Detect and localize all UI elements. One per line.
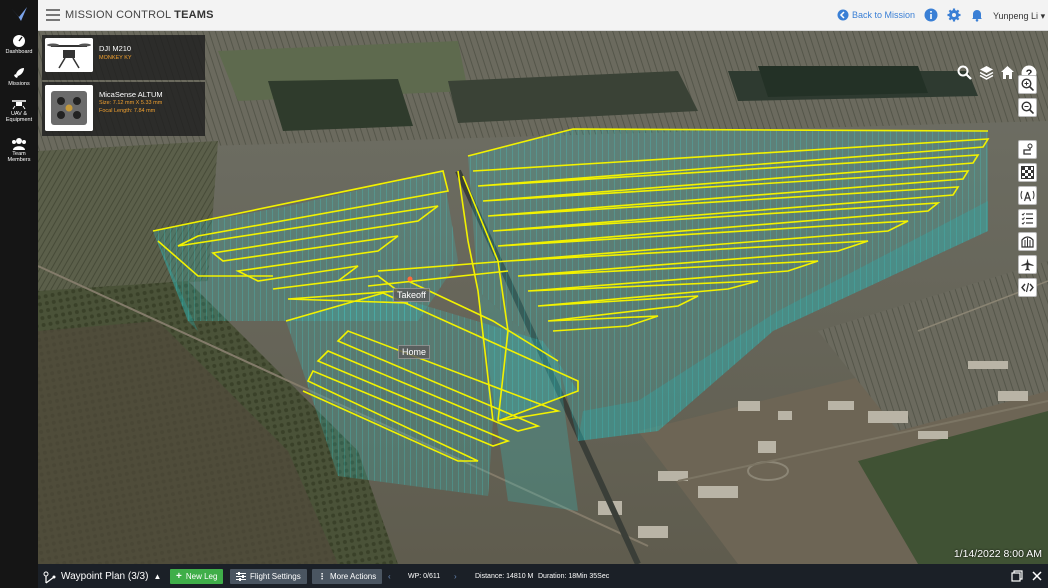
home-label[interactable]: Home [398, 345, 431, 359]
plus-icon: + [176, 571, 182, 582]
new-leg-label: New Leg [185, 572, 218, 581]
left-sidebar: Dashboard Missions UAV & Equipment Team … [0, 0, 38, 588]
drone-thumbnail [45, 38, 93, 72]
back-to-mission-link[interactable]: Back to Mission [837, 9, 915, 21]
route-tool-button[interactable] [1018, 140, 1037, 159]
flight-settings-button[interactable]: Flight Settings [230, 569, 307, 584]
building-icon [1021, 236, 1034, 248]
grid-tool-button[interactable] [1018, 163, 1037, 182]
sidebar-item-team-members[interactable]: Team Members [0, 137, 38, 163]
equipment-card-camera[interactable]: MicaSense ALTUM Size: 7.12 mm X 5.33 mm … [42, 82, 205, 136]
chevron-left-icon: ‹ [388, 572, 391, 581]
user-name: Yunpeng Li [993, 11, 1039, 21]
camera-sensor-size: Size: 7.12 mm X 5.33 mm [99, 100, 163, 106]
info-icon[interactable] [924, 8, 938, 22]
grid-pattern-icon [1021, 166, 1034, 179]
airplane-icon [1021, 258, 1034, 271]
next-waypoint-button[interactable]: › [454, 569, 457, 584]
drone-icon [12, 100, 26, 110]
vertical-ellipsis-icon: ⋮ [318, 572, 326, 581]
waypoint-plan-title: Waypoint Plan (3/3) [61, 571, 149, 582]
map-viewport[interactable]: DJI M210 MONKEY KY MicaSense ALTUM Size:… [38, 31, 1048, 564]
map-timestamp: 1/14/2022 8:00 AM [953, 548, 1042, 560]
back-to-mission-label: Back to Mission [852, 10, 916, 20]
zoom-in-button[interactable] [1018, 75, 1037, 94]
app-title-prefix: MISSION CONTROL [65, 9, 171, 21]
duration-readout: Duration: 18Min 35Sec [538, 573, 610, 580]
chevron-right-icon: › [454, 572, 457, 581]
prev-waypoint-button[interactable]: ‹ [388, 569, 391, 584]
airspace-tool-button[interactable] [1018, 255, 1037, 274]
distance-readout: Distance: 14810 M [475, 573, 534, 580]
sidebar-item-uav-equipment[interactable]: UAV & Equipment [0, 98, 38, 123]
waypoint-plan-selector[interactable]: Waypoint Plan (3/3) ▲ [42, 569, 161, 584]
app-title-bold: TEAMS [174, 9, 214, 21]
antenna-signal-icon [1020, 190, 1035, 202]
code-tool-button[interactable] [1018, 278, 1037, 297]
app-title: MISSION CONTROL TEAMS [65, 9, 214, 21]
drone-name: DJI M210 [99, 44, 132, 53]
checklist-icon [1021, 212, 1033, 225]
home-icon[interactable] [999, 64, 1016, 81]
bell-icon[interactable] [970, 8, 984, 22]
app-logo[interactable] [9, 5, 29, 25]
sidebar-item-missions[interactable]: Missions [0, 66, 38, 87]
search-icon[interactable] [956, 64, 973, 81]
zoom-out-button[interactable] [1018, 98, 1037, 117]
rocket-icon [14, 68, 24, 78]
dashboard-gauge-icon [13, 35, 25, 47]
new-leg-button[interactable]: + New Leg [170, 569, 224, 584]
more-actions-label: More Actions [330, 572, 377, 581]
window-restore-icon[interactable] [1011, 570, 1023, 582]
takeoff-label[interactable]: Takeoff [393, 288, 430, 302]
sidebar-label-team-2: Members [7, 157, 31, 163]
sidebar-item-dashboard[interactable]: Dashboard [0, 34, 38, 55]
chevron-down-icon: ▾ [1040, 11, 1046, 21]
equipment-card-drone[interactable]: DJI M210 MONKEY KY [42, 35, 205, 80]
gear-icon[interactable] [947, 8, 961, 22]
camera-thumbnail [45, 85, 93, 131]
camera-name: MicaSense ALTUM [99, 90, 163, 99]
buildings-tool-button[interactable] [1018, 232, 1037, 251]
drone-spec: MONKEY KY [99, 55, 132, 61]
team-icon [12, 138, 26, 150]
sidebar-label-uav-2: Equipment [5, 117, 33, 123]
sidebar-label-missions: Missions [8, 81, 30, 87]
checklist-tool-button[interactable] [1018, 209, 1037, 228]
menu-icon[interactable] [46, 9, 60, 21]
chevron-up-icon: ▲ [153, 572, 162, 581]
flight-settings-label: Flight Settings [250, 572, 301, 581]
more-actions-button[interactable]: ⋮ More Actions [312, 569, 383, 584]
zoom-out-icon [1021, 101, 1034, 114]
close-icon[interactable] [1031, 570, 1043, 582]
sidebar-label-dashboard: Dashboard [5, 49, 33, 55]
waypoint-plan-icon [43, 571, 56, 583]
sliders-icon [236, 572, 246, 581]
user-menu[interactable]: Yunpeng Li ▾ [993, 11, 1045, 22]
waypoint-counter: WP: 0/611 [408, 573, 441, 580]
bottom-toolbar: Waypoint Plan (3/3) ▲ + New Leg Flight S… [38, 564, 1048, 588]
signal-tool-button[interactable] [1018, 186, 1037, 205]
back-arrow-icon [837, 9, 849, 21]
code-brackets-icon [1021, 282, 1034, 293]
layers-icon[interactable] [978, 64, 995, 81]
route-icon [1023, 143, 1033, 155]
camera-focal-length: Focal Length: 7.84 mm [99, 108, 156, 114]
top-bar: MISSION CONTROL TEAMS Back to Mission Yu… [38, 0, 1048, 31]
zoom-in-icon [1021, 78, 1034, 91]
